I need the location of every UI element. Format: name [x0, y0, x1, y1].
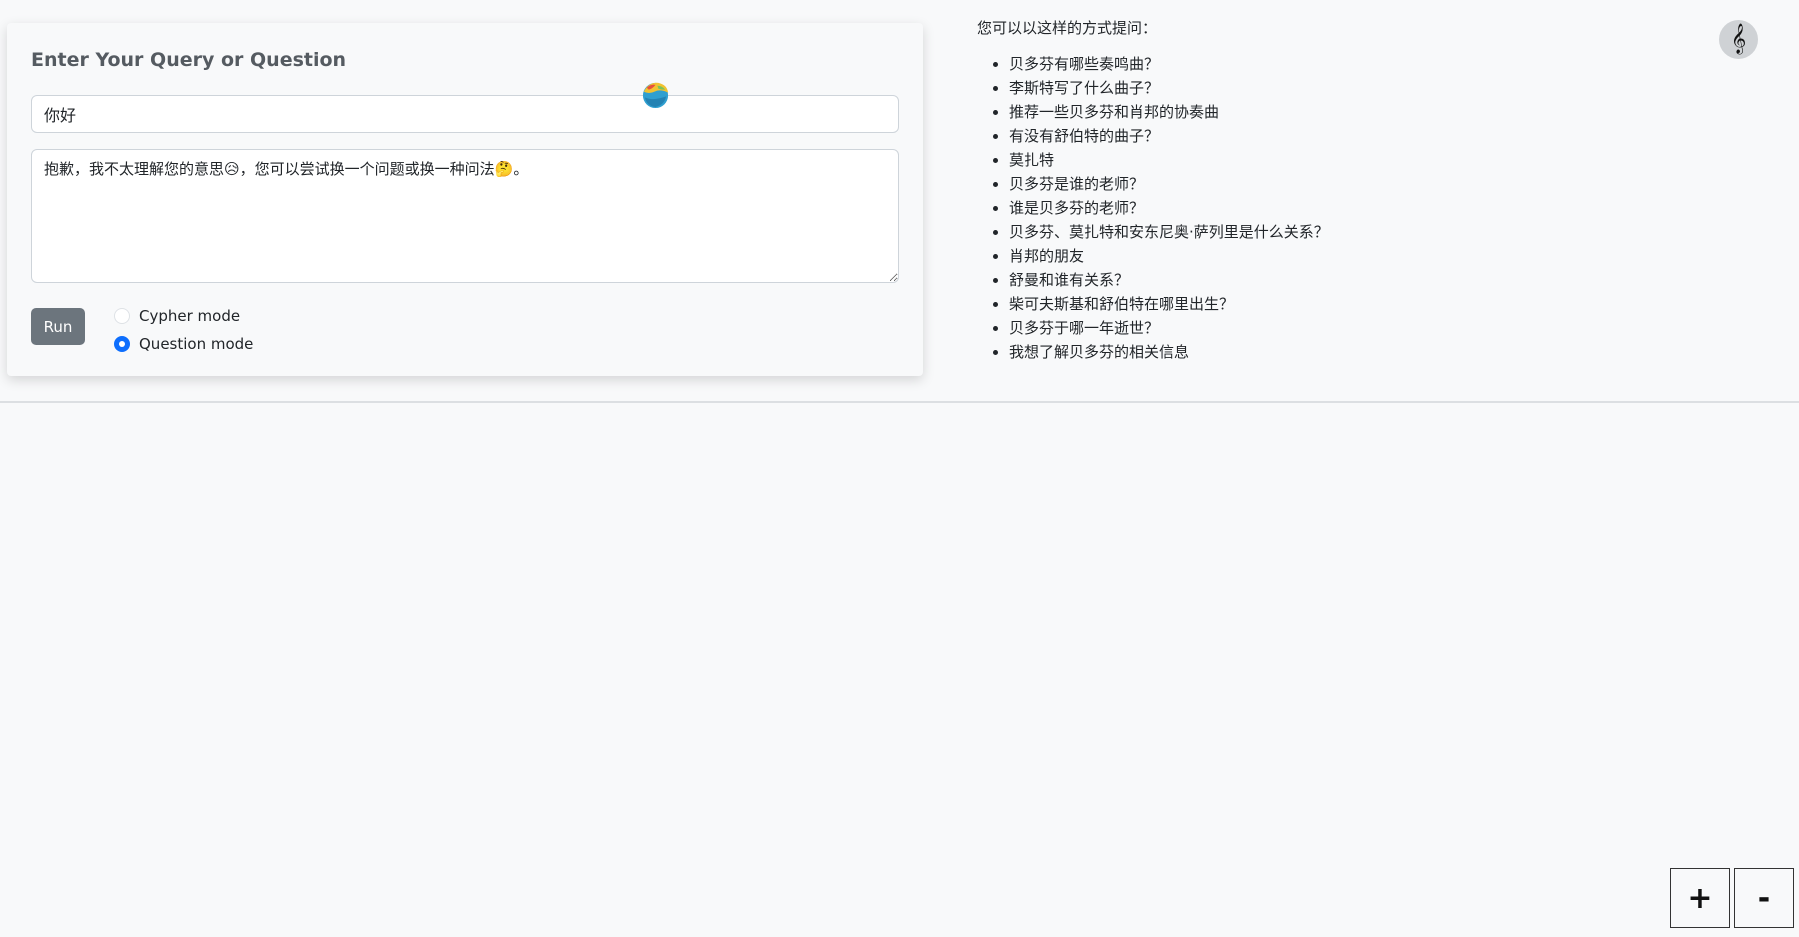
question-mode-label[interactable]: Question mode	[139, 335, 253, 353]
treble-clef-icon[interactable]: 𝄞	[1719, 20, 1758, 59]
suggestions-intro: 您可以以这样的方式提问：	[977, 19, 1158, 37]
suggestion-item: 贝多芬于哪一年逝世？	[1009, 316, 1329, 340]
suggestion-item: 柴可夫斯基和舒伯特在哪里出生？	[1009, 292, 1329, 316]
answer-textarea[interactable]: 抱歉，我不太理解您的意思😥，您可以尝试换一个问题或换一种问法🤔。	[31, 149, 899, 283]
suggestions-list: 贝多芬有哪些奏鸣曲？ 李斯特写了什么曲子？ 推荐一些贝多芬和肖邦的协奏曲 有没有…	[977, 52, 1329, 364]
query-input[interactable]	[31, 95, 899, 133]
cypher-mode-label[interactable]: Cypher mode	[139, 307, 240, 325]
colorful-globe-icon	[642, 82, 669, 109]
suggestion-item: 有没有舒伯特的曲子？	[1009, 124, 1329, 148]
section-divider	[0, 401, 1799, 403]
card-title: Enter Your Query or Question	[31, 49, 347, 71]
suggestions-panel: 您可以以这样的方式提问： 贝多芬有哪些奏鸣曲？ 李斯特写了什么曲子？ 推荐一些贝…	[977, 16, 1329, 364]
suggestion-item: 我想了解贝多芬的相关信息	[1009, 340, 1329, 364]
suggestion-item: 舒曼和谁有关系？	[1009, 268, 1329, 292]
cypher-mode-radio[interactable]	[114, 308, 130, 324]
zoom-in-button[interactable]: +	[1670, 868, 1730, 928]
question-mode-option[interactable]: Question mode	[114, 330, 253, 358]
suggestion-item: 推荐一些贝多芬和肖邦的协奏曲	[1009, 100, 1329, 124]
suggestion-item: 谁是贝多芬的老师？	[1009, 196, 1329, 220]
suggestion-item: 贝多芬有哪些奏鸣曲？	[1009, 52, 1329, 76]
query-card: Enter Your Query or Question 抱歉，我不太理解您的意…	[7, 23, 923, 376]
suggestion-item: 莫扎特	[1009, 148, 1329, 172]
page: Enter Your Query or Question 抱歉，我不太理解您的意…	[0, 0, 1799, 937]
zoom-out-button[interactable]: -	[1734, 868, 1794, 928]
question-mode-radio[interactable]	[114, 336, 130, 352]
suggestion-item: 贝多芬是谁的老师？	[1009, 172, 1329, 196]
suggestion-item: 肖邦的朋友	[1009, 244, 1329, 268]
mode-radio-group: Cypher mode Question mode	[114, 302, 253, 358]
suggestion-item: 李斯特写了什么曲子？	[1009, 76, 1329, 100]
run-button[interactable]: Run	[31, 308, 85, 345]
suggestion-item: 贝多芬、莫扎特和安东尼奥·萨列里是什么关系？	[1009, 220, 1329, 244]
cypher-mode-option[interactable]: Cypher mode	[114, 302, 253, 330]
